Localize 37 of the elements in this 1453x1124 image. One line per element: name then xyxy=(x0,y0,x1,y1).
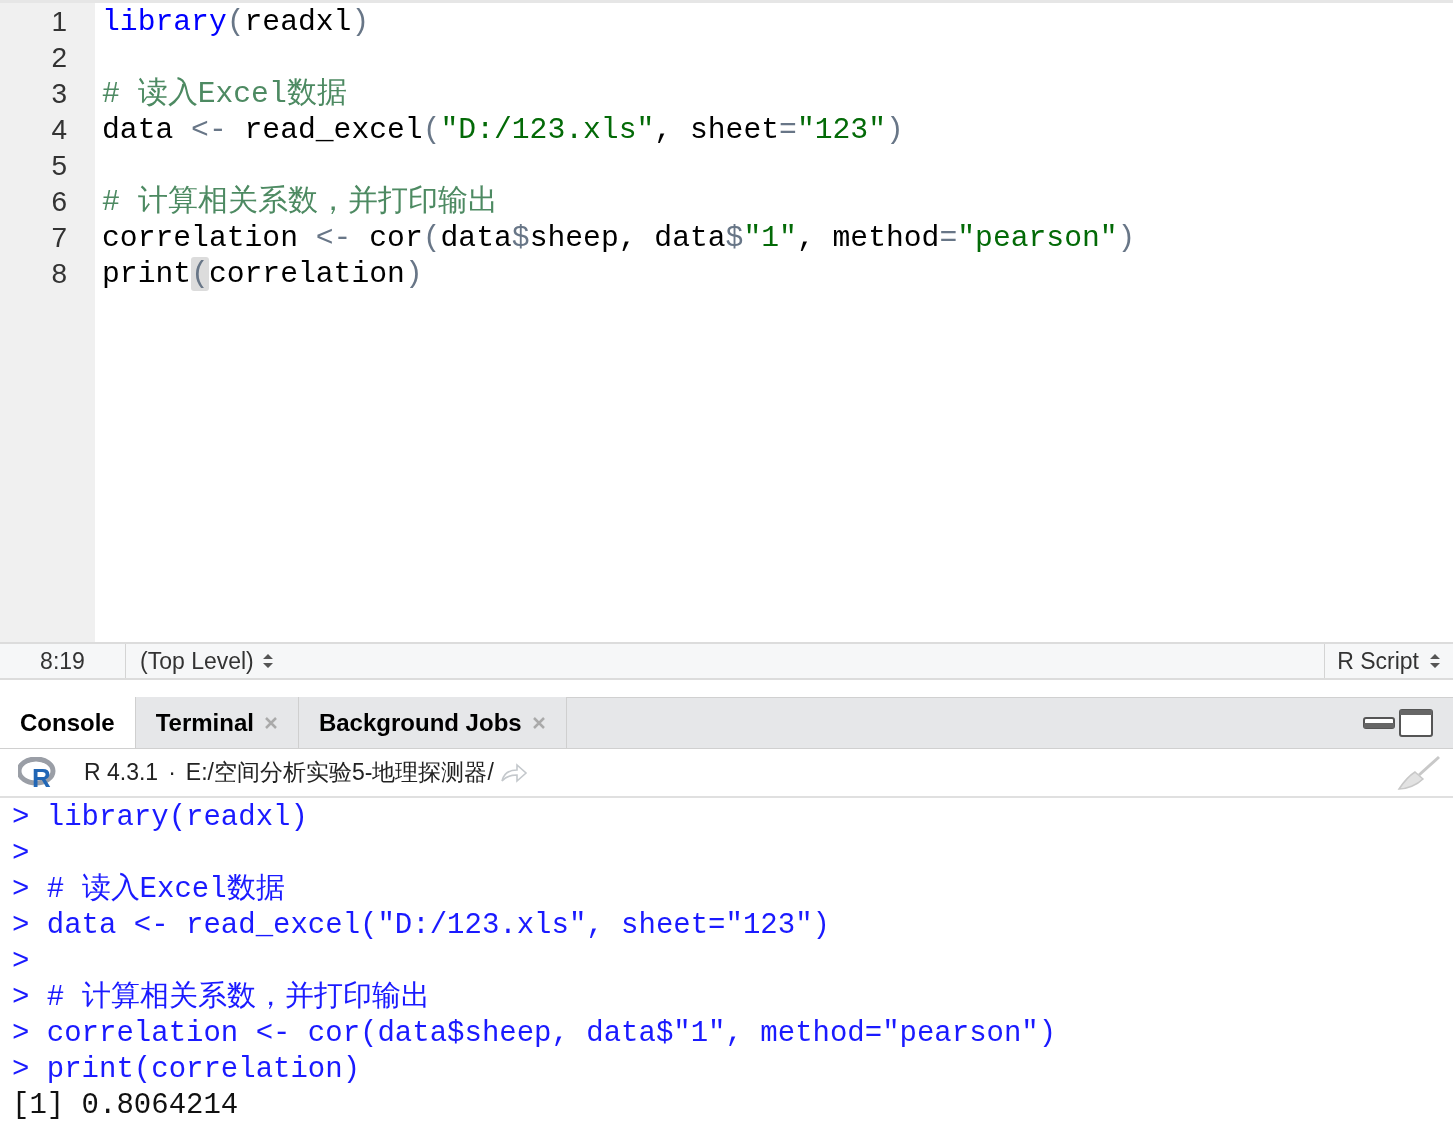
r-logo: R xyxy=(18,756,58,789)
maximize-icon[interactable] xyxy=(1399,708,1433,737)
code-line: print(correlation) xyxy=(102,256,424,292)
tab[interactable]: Background Jobs xyxy=(298,697,567,748)
r-version: R 4.3.1 xyxy=(84,758,159,788)
dropdown-icon[interactable] xyxy=(1429,652,1441,670)
minimize-icon[interactable] xyxy=(1363,715,1395,730)
file-type-selector[interactable]: R Script xyxy=(1337,643,1419,679)
working-directory: E:/空间分析实验5-地理探测器/ xyxy=(185,758,494,788)
line-number: 5 xyxy=(50,149,68,183)
code-line: # 读入Excel数据 xyxy=(102,76,348,112)
line-number: 3 xyxy=(50,77,68,111)
console-line: > correlation <- cor(data$sheep, data$"1", method="pearson") xyxy=(12,1016,1058,1052)
dropdown-icon[interactable] xyxy=(261,652,274,670)
line-number: 4 xyxy=(50,113,68,147)
code-line: library(readxl) xyxy=(102,4,371,40)
tab[interactable]: Terminal xyxy=(135,697,299,748)
console-line: > xyxy=(12,836,31,872)
console-line: > xyxy=(12,944,31,980)
console-line: > data <- read_excel("D:/123.xls", sheet="123") xyxy=(12,908,831,944)
code-line: # 计算相关系数，并打印输出 xyxy=(102,184,499,220)
line-number: 8 xyxy=(50,257,68,291)
code-line: data <- read_excel("D:/123.xls", sheet="123") xyxy=(102,112,905,148)
console-line: > print(correlation) xyxy=(12,1052,362,1088)
tab[interactable]: Console xyxy=(0,697,136,748)
scope-selector[interactable]: (Top Level) xyxy=(140,643,254,679)
line-number: 6 xyxy=(50,185,68,219)
console-line: > # 计算相关系数，并打印输出 xyxy=(12,980,431,1016)
code-line: correlation <- cor(data$sheep, data$"1", method="pearson") xyxy=(102,220,1137,256)
console-output: [1] 0.8064214 xyxy=(12,1088,240,1124)
cursor-position: 8:19 xyxy=(0,644,126,678)
line-number: 1 xyxy=(50,5,68,39)
line-number: 7 xyxy=(50,221,68,255)
console-line: > library(readxl) xyxy=(12,800,309,836)
line-number: 2 xyxy=(50,41,68,75)
separator-dot: · xyxy=(168,758,176,788)
console-line: > # 读入Excel数据 xyxy=(12,872,286,908)
